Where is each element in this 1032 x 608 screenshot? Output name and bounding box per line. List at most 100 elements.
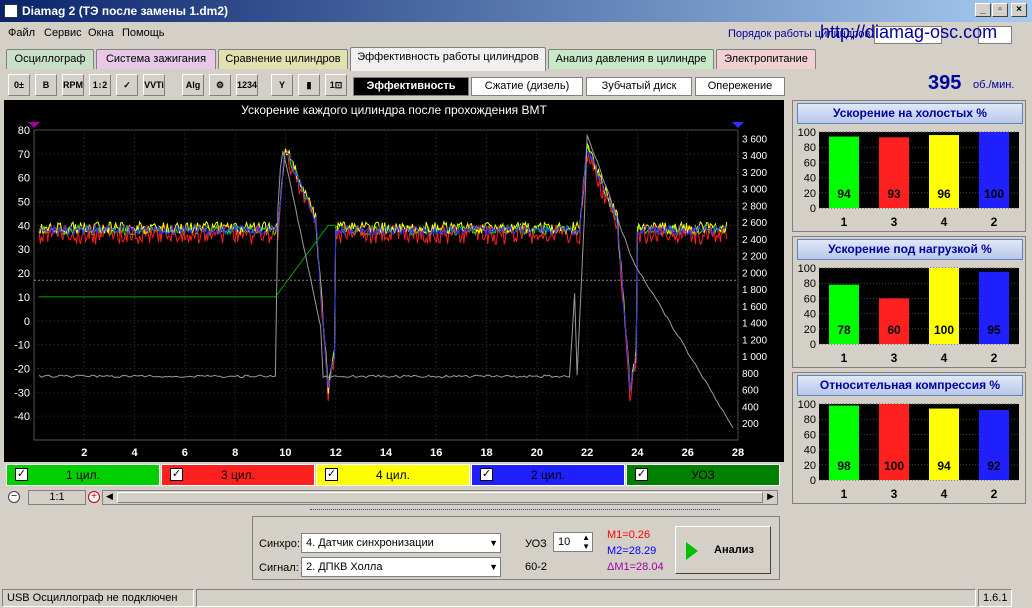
splitter[interactable]: [310, 509, 720, 515]
zoom-out-icon[interactable]: −: [8, 491, 20, 503]
tab-cylinder-compare[interactable]: Сравнение цилиндров: [218, 49, 348, 69]
menu-windows[interactable]: Окна: [88, 27, 114, 39]
toolbar-icon-8[interactable]: 1234: [236, 74, 258, 96]
legend-checkbox[interactable]: ✓: [325, 468, 338, 481]
horizontal-scrollbar[interactable]: ◀ ▶: [102, 490, 778, 505]
toolbar-icon-5[interactable]: VVTi: [143, 74, 165, 96]
chart-area[interactable]: 80 70 60 50 40 30 20 10 0 -10 -20 -30 -40 3 600 3 400 3…: [4, 100, 784, 462]
y-tick-label: 60: [804, 157, 816, 169]
close-button[interactable]: ×: [1011, 3, 1027, 17]
y-tick-label: 100: [798, 263, 816, 275]
legend-item[interactable]: ✓ 3 цил.: [161, 464, 315, 486]
series-line-3: [38, 141, 728, 394]
category-label: 1: [841, 215, 848, 229]
legend-item[interactable]: ✓ 1 цил.: [6, 464, 160, 486]
y-tick-label: 30: [18, 244, 30, 256]
signal-select[interactable]: 2. ДПКВ Холла ▼: [301, 557, 501, 577]
sync-value: 4. Датчик синхронизации: [306, 537, 434, 549]
y-tick-label: 80: [18, 125, 30, 137]
chart-svg: 80 70 60 50 40 30 20 10 0 -10 -20 -30 -40 3 600 3 400 3…: [14, 122, 767, 459]
y2-tick-label: 1 400: [742, 319, 767, 330]
y-tick-label: 100: [798, 127, 816, 139]
marker-m2-icon: [732, 122, 744, 128]
y2-tick-label: 1 000: [742, 352, 767, 363]
y-tick-label: 100: [798, 399, 816, 411]
teeth-value: 60-2: [525, 561, 548, 573]
status-connection: USB Осциллограф не подключен: [2, 589, 194, 607]
analyze-button[interactable]: Анализ: [675, 526, 771, 574]
app-icon: [4, 4, 18, 18]
y2-tick-label: 600: [742, 386, 759, 397]
scroll-left-icon[interactable]: ◀: [106, 491, 113, 502]
legend-label: 4 цил.: [376, 468, 410, 482]
toolbar-icon-1[interactable]: B: [35, 74, 57, 96]
category-label: 2: [991, 351, 998, 365]
y-tick-label: 80: [804, 278, 816, 290]
tab-pressure-analysis[interactable]: Анализ давления в цилиндре: [548, 49, 714, 69]
x-tick-label: 14: [380, 447, 393, 459]
y-tick-label: 80: [804, 414, 816, 426]
subtab-gear-disk[interactable]: Зубчатый диск: [586, 77, 692, 96]
menu-service[interactable]: Сервис: [44, 27, 82, 39]
bar: [879, 298, 909, 344]
y2-tick-label: 2 600: [742, 218, 767, 229]
analyze-label: Анализ: [714, 544, 754, 556]
toolbar-icon-0[interactable]: 0±: [8, 74, 30, 96]
bar-chart: 100 80 60 40 20 0 78 1 60 3 100 4 95 2: [798, 263, 1019, 365]
toolbar-icon-10[interactable]: ▮: [298, 74, 320, 96]
y-tick-label: 20: [804, 188, 816, 200]
stepper-arrows-icon[interactable]: ▲ ▼: [582, 533, 590, 551]
legend-item[interactable]: ✓ 4 цил.: [316, 464, 470, 486]
tab-power[interactable]: Электропитание: [716, 49, 816, 69]
y-tick-label: 40: [804, 173, 816, 185]
legend-item[interactable]: ✓ 2 цил.: [471, 464, 625, 486]
x-tick-label: 18: [480, 447, 492, 459]
series-line-2: [38, 149, 728, 402]
toolbar-icon-11[interactable]: 1⊡: [325, 74, 347, 96]
bar-chart: 100 80 60 40 20 0 94 1 93 3 96 4 100 2: [798, 127, 1019, 229]
subtab-compression[interactable]: Сжатие (дизель): [471, 77, 583, 96]
uoz-stepper[interactable]: 10 ▲ ▼: [553, 532, 593, 552]
tab-label: Осциллограф: [14, 53, 86, 65]
subtab-advance[interactable]: Опережение: [695, 77, 785, 96]
toolbar-icon-2[interactable]: RPM: [62, 74, 84, 96]
signal-label: Сигнал:: [259, 562, 299, 574]
maximize-button[interactable]: ▫: [992, 3, 1008, 17]
tab-efficiency[interactable]: Эффективность работы цилиндров: [350, 47, 546, 71]
y-tick-label: -20: [14, 363, 30, 375]
menu-file[interactable]: Файл: [8, 27, 35, 39]
toolbar-icon-9[interactable]: Y: [271, 74, 293, 96]
y-tick-label: 60: [18, 173, 30, 185]
legend-checkbox[interactable]: ✓: [480, 468, 493, 481]
toolbar-icon-3[interactable]: 1↕2: [89, 74, 111, 96]
legend-checkbox[interactable]: ✓: [635, 468, 648, 481]
bar-value-label: 100: [934, 323, 954, 337]
scroll-right-icon[interactable]: ▶: [767, 491, 774, 502]
uoz-label: УОЗ: [525, 538, 547, 550]
zoom-in-icon[interactable]: +: [88, 491, 100, 503]
x-tick-label: 6: [182, 447, 188, 459]
category-label: 2: [991, 215, 998, 229]
toolbar-icon-6[interactable]: Alg 1/2: [182, 74, 204, 110]
toolbar-icon-4[interactable]: ✓: [116, 74, 138, 96]
sync-select[interactable]: 4. Датчик синхронизации ▼: [301, 533, 501, 553]
y2-tick-label: 3 200: [742, 168, 767, 179]
tab-ignition[interactable]: Система зажигания: [96, 49, 216, 69]
category-label: 2: [991, 487, 998, 501]
menu-help[interactable]: Помощь: [122, 27, 165, 39]
y-tick-label: 10: [18, 292, 30, 304]
scroll-thumb[interactable]: [117, 492, 763, 503]
y2-tick-label: 2 800: [742, 201, 767, 212]
y-tick-label: -10: [14, 340, 30, 352]
tab-oscilloscope[interactable]: Осциллограф: [6, 49, 94, 69]
bar-value-label: 78: [837, 323, 851, 337]
legend-item[interactable]: ✓ УОЗ: [626, 464, 780, 486]
tab-label: Система зажигания: [105, 53, 207, 65]
panel-2: Относительная компрессия % 100 80 60 40 20 0 98…: [792, 372, 1026, 504]
legend-checkbox[interactable]: ✓: [170, 468, 183, 481]
legend-checkbox[interactable]: ✓: [15, 468, 28, 481]
x-tick-label: 28: [732, 447, 744, 459]
subtab-efficiency[interactable]: Эффективность: [353, 77, 469, 96]
toolbar-icon-7[interactable]: ⚙: [209, 74, 231, 96]
minimize-button[interactable]: _: [975, 3, 991, 17]
